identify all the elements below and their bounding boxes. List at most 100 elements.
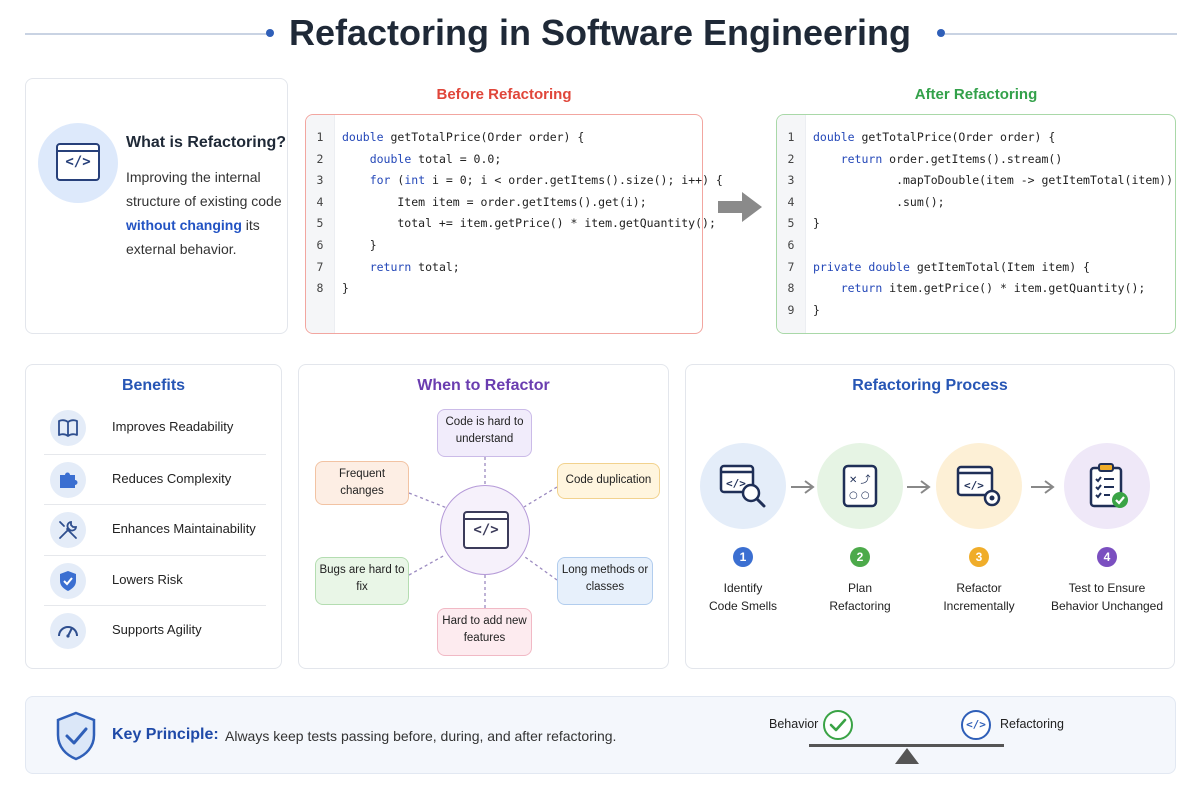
key-principle-banner: Key Principle: Always keep tests passing… [25, 696, 1176, 774]
line-number: 1 [787, 130, 795, 144]
code-line: 1 double getTotalPrice(Order order) { [306, 127, 585, 149]
line-number: 6 [316, 238, 324, 252]
balance-fulcrum [895, 748, 919, 764]
line-number: 8 [316, 281, 324, 296]
step-number-badge: 4 [1097, 547, 1117, 567]
refactoring-process-card: Refactoring Process </> 1 Identify Code Sme… [685, 364, 1175, 669]
what-body-highlight: without changing [126, 217, 242, 233]
transform-arrow-icon [718, 192, 762, 222]
step-label: Refactor [956, 581, 1002, 595]
code-text: total += item.getPrice() * item.getQuant… [342, 216, 716, 231]
code-line: 2 double total = 0.0; [306, 149, 502, 171]
refactor-trigger: Bugs are hard to fix [315, 557, 409, 605]
refactor-trigger: Hard to add new features [437, 608, 532, 656]
title-divider-right [945, 33, 1177, 35]
step-number-badge: 2 [850, 547, 870, 567]
what-body-pre: Improving the internal structure of exis… [126, 169, 282, 209]
benefit-label: Reduces Complexity [112, 470, 232, 486]
puzzle-icon [50, 461, 86, 498]
code-line: 7 return total; [306, 257, 460, 279]
svg-text:○ ○: ○ ○ [849, 490, 870, 501]
code-text: } [342, 238, 377, 252]
when-to-refactor-card: When to Refactor </> Code is hard to und… [298, 364, 669, 669]
code-text: } [342, 281, 349, 296]
code-text: } [813, 302, 820, 317]
line-number: 4 [316, 194, 324, 209]
code-line: 4 .sum(); [777, 192, 945, 214]
benefit-label: Improves Readability [112, 419, 234, 434]
scale-left-label: Behavior [769, 717, 819, 731]
balance-beam [809, 744, 1004, 747]
code-text: double getTotalPrice(Order order) { [342, 130, 585, 144]
code-text: private double getItemTotal(Item item) { [813, 259, 1090, 274]
code-text: double total = 0.0; [369, 151, 502, 166]
step-label: Test to Ensure [1068, 581, 1146, 595]
line-number: 8 [787, 281, 795, 296]
step-label: Identify [723, 581, 763, 595]
title-dot-right [937, 29, 945, 37]
step-label: Code Smells [708, 599, 778, 613]
benefit-item: Supports Agility [44, 605, 266, 655]
code-window-icon: </> [38, 123, 118, 203]
benefit-label: Supports Agility [112, 622, 202, 637]
code-line: 6 [777, 235, 813, 257]
code-text: .sum(); [813, 194, 945, 209]
svg-text:</>: </> [964, 479, 984, 492]
step-label: Plan [847, 581, 873, 595]
key-principle-text: Always keep tests passing before, during… [225, 728, 617, 744]
code-window-icon: </> [440, 485, 530, 575]
benefit-item: Enhances Maintainability [44, 504, 266, 554]
code-line: 3 .mapToDouble(item -> getItemTotal(item… [777, 170, 1174, 192]
line-number: 3 [316, 173, 324, 188]
line-number: 7 [316, 259, 324, 274]
process-arrow-icon [791, 480, 815, 494]
line-number: 2 [316, 151, 324, 166]
gauge-icon [50, 613, 86, 649]
step-number-badge: 3 [969, 547, 989, 567]
what-title: What is Refactoring? [126, 134, 287, 151]
refactor-trigger: Code is hard to understand [437, 409, 532, 457]
line-number: 6 [787, 238, 795, 252]
code-line: 7 private double getItemTotal(Item item) … [777, 257, 1090, 279]
line-number: 5 [787, 216, 795, 231]
line-number: 9 [787, 302, 795, 317]
benefit-item: Reduces Complexity [44, 453, 266, 504]
svg-text:✕ ⤴: ✕ ⤴ [849, 473, 871, 486]
code-text: .mapToDouble(item -> getItemTotal(item)) [813, 173, 1174, 188]
code-circle-icon: </> [961, 710, 991, 740]
code-text: return order.getItems().stream() [840, 151, 1063, 166]
plan-board-icon: ✕ ⤴ ○ ○ [817, 443, 903, 529]
clipboard-check-icon [1064, 443, 1150, 529]
step-label: Incrementally [943, 599, 1015, 613]
code-line: 1 double getTotalPrice(Order order) { [777, 127, 1056, 149]
code-gear-icon: </> [936, 443, 1022, 529]
process-arrow-icon [1031, 480, 1055, 494]
benefits-title: Benefits [121, 377, 186, 394]
code-line: 6 } [306, 235, 377, 257]
step-label: Refactoring [829, 599, 891, 613]
code-text: return item.getPrice() * item.getQuantit… [840, 281, 1146, 296]
before-code-panel: 1 double getTotalPrice(Order order) { 2 do… [305, 114, 723, 334]
refactor-trigger: Long methods or classes [557, 557, 653, 605]
code-text: } [813, 216, 820, 231]
benefit-item: Improves Readability [44, 403, 266, 453]
magnifier-code-icon: </> [700, 443, 786, 529]
line-number: 4 [787, 194, 795, 209]
line-number: 7 [787, 259, 795, 274]
step-label: Behavior Unchanged [1050, 599, 1164, 613]
check-circle-icon [823, 710, 853, 740]
code-text: for (int i = 0; i < order.getItems().siz… [369, 173, 723, 188]
line-number: 1 [316, 130, 324, 144]
code-line: 9} [777, 300, 820, 322]
code-line: 5} [777, 213, 820, 235]
line-number: 5 [316, 216, 324, 231]
before-heading: Before Refactoring [436, 86, 572, 103]
benefit-label: Lowers Risk [112, 571, 183, 587]
benefits-card: Benefits Improves Readability Reduces Com… [25, 364, 282, 669]
what-description: Improving the internal structure of exis… [126, 165, 286, 261]
scale-right-label: Refactoring [1000, 717, 1064, 731]
key-principle-label: Key Principle: [112, 726, 219, 743]
book-icon [50, 410, 86, 446]
shield-check-icon [50, 562, 86, 599]
process-arrow-icon [907, 480, 931, 494]
